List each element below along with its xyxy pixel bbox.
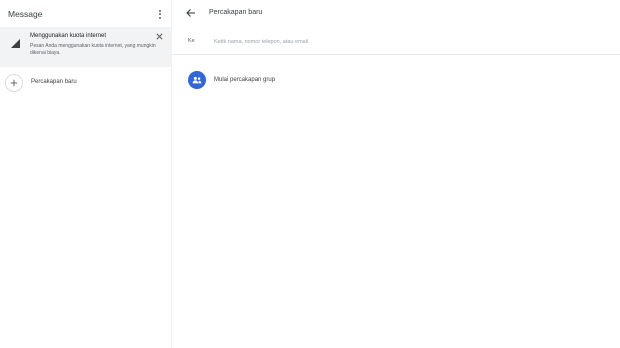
app-title: Message — [8, 9, 43, 19]
new-conversation-button[interactable]: Percakapan baru — [5, 73, 165, 92]
start-group-conversation-button[interactable]: Mulai percakapan grup — [188, 71, 388, 89]
back-arrow-icon[interactable] — [186, 8, 196, 18]
page-title: Percakapan baru — [209, 9, 263, 16]
recipient-label: Ke — [188, 38, 195, 44]
close-icon[interactable] — [155, 32, 164, 41]
new-conversation-panel: Percakapan baru Ke Mulai percakapan grup — [171, 0, 620, 348]
conversation-list-panel: Message Menggunakan kuota internet Pesan… — [0, 0, 171, 348]
banner-description: Pesan Anda menggunakan kuota internet, y… — [30, 43, 156, 56]
group-conversation-label: Mulai percakapan grup — [214, 77, 276, 83]
new-conversation-label: Percakapan baru — [31, 79, 77, 85]
group-icon — [188, 71, 206, 89]
banner-title: Menggunakan kuota internet — [30, 33, 107, 39]
signal-icon — [11, 39, 20, 48]
data-usage-banner: Menggunakan kuota internet Pesan Anda me… — [0, 27, 171, 67]
plus-icon — [5, 74, 23, 92]
recipient-input[interactable] — [214, 35, 414, 49]
recipient-row: Ke — [172, 31, 620, 55]
more-options-icon[interactable] — [154, 7, 166, 21]
